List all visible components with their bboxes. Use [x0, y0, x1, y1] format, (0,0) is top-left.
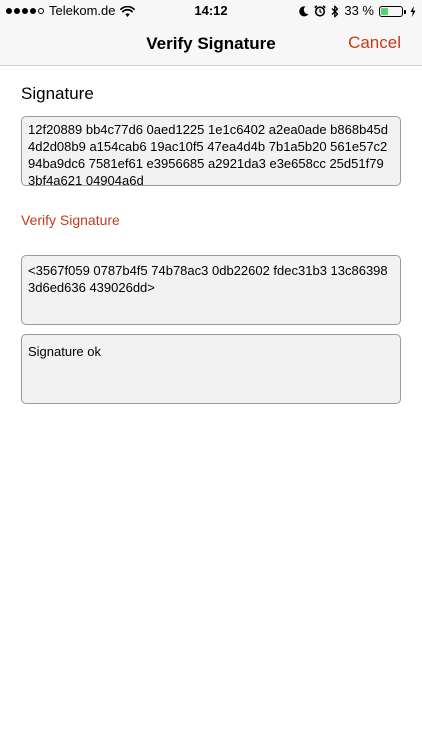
signature-label: Signature	[21, 84, 94, 103]
battery-percentage: 33 %	[344, 3, 374, 18]
verify-signature-button[interactable]: Verify Signature	[21, 210, 120, 230]
verification-result-field[interactable]: Signature ok	[21, 334, 401, 404]
alarm-icon	[314, 5, 327, 17]
hash-output-field[interactable]: <3567f059 0787b4f5 74b78ac3 0db22602 fde…	[21, 255, 401, 325]
cancel-button[interactable]: Cancel	[348, 32, 401, 54]
moon-icon	[298, 5, 309, 17]
charging-icon	[410, 5, 416, 17]
battery-level-fill	[381, 7, 388, 15]
status-right: 33 %	[298, 4, 416, 18]
bluetooth-icon	[331, 5, 339, 18]
verify-signature-screen: Telekom.de 14:12 33 % Verify Signature C…	[0, 0, 422, 750]
navigation-bar: Verify Signature Cancel	[0, 22, 422, 66]
battery-icon	[379, 5, 406, 17]
status-bar: Telekom.de 14:12 33 %	[0, 0, 422, 22]
signature-input[interactable]: 12f20889 bb4c77d6 0aed1225 1e1c6402 a2ea…	[21, 116, 401, 186]
